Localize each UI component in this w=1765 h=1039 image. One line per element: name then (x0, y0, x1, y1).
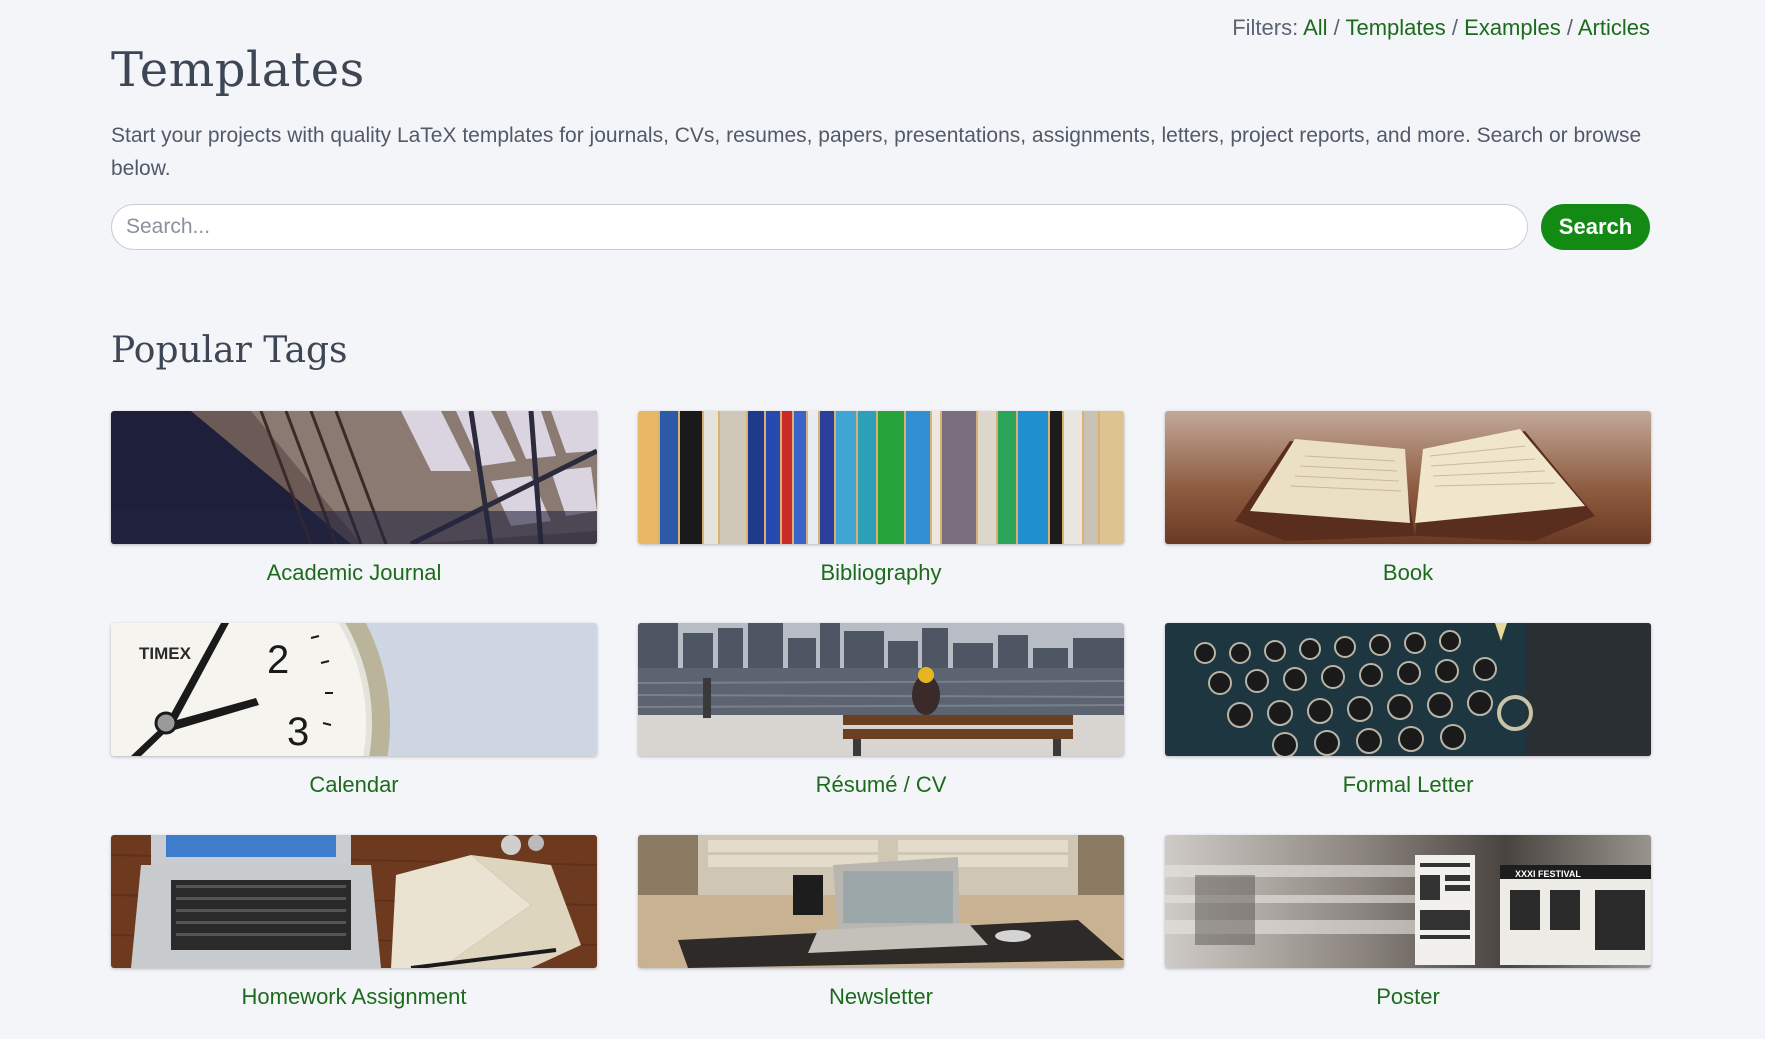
svg-text:2: 2 (267, 638, 289, 682)
filter-separator: / (1451, 15, 1465, 40)
tag-card-poster[interactable]: XXXI FESTIVAL Poster (1165, 835, 1651, 1025)
tag-label: Book (1382, 560, 1434, 585)
tag-card-resume-cv[interactable]: Résumé / CV (638, 623, 1124, 813)
typewriter-image (1165, 623, 1651, 756)
desk-laptop-image (638, 835, 1124, 968)
filters-bar: Filters: All / Templates / Examples / Ar… (1232, 15, 1650, 41)
svg-text:3: 3 (287, 710, 309, 754)
search-form: Search (111, 204, 1650, 250)
laptop-notebook-image (111, 835, 597, 968)
tag-label: Newsletter (829, 984, 933, 1009)
page-description: Start your projects with quality LaTeX t… (111, 124, 1642, 180)
tag-card-bibliography[interactable]: Bibliography (638, 411, 1124, 601)
svg-text:TIMEX: TIMEX (139, 644, 192, 663)
tag-card-formal-letter[interactable]: Formal Letter (1165, 623, 1651, 813)
open-book-image (1165, 411, 1651, 544)
search-button[interactable]: Search (1541, 204, 1650, 250)
svg-text:XXXI FESTIVAL: XXXI FESTIVAL (1515, 869, 1581, 879)
filters-prefix: Filters: (1232, 15, 1304, 40)
tag-label: Formal Letter (1342, 772, 1474, 797)
library-bookshelves-image (111, 411, 597, 544)
filter-separator: / (1566, 15, 1578, 40)
tag-card-homework-assignment[interactable]: Homework Assignment (111, 835, 597, 1025)
page-title: Templates (111, 42, 365, 98)
search-input[interactable] (111, 204, 1528, 250)
filter-separator: / (1333, 15, 1346, 40)
filter-all-link[interactable]: All (1303, 15, 1327, 40)
tag-card-book[interactable]: Book (1165, 411, 1651, 601)
tag-label: Poster (1376, 984, 1440, 1009)
clock-face-image: TIMEX 2 3 (111, 623, 597, 756)
tag-label: Academic Journal (266, 560, 442, 585)
tag-label: Bibliography (820, 560, 942, 585)
tag-card-academic-journal[interactable]: Academic Journal (111, 411, 597, 601)
filter-articles-link[interactable]: Articles (1578, 15, 1650, 40)
tag-card-calendar[interactable]: TIMEX 2 3 Calendar (111, 623, 597, 813)
city-bench-image (638, 623, 1124, 756)
popular-tags-heading: Popular Tags (111, 330, 348, 371)
filter-examples-link[interactable]: Examples (1464, 15, 1561, 40)
book-spines-image (638, 411, 1124, 544)
tag-label: Calendar (309, 772, 399, 797)
tag-card-newsletter[interactable]: Newsletter (638, 835, 1124, 1025)
tag-label: Résumé / CV (815, 772, 947, 797)
filter-templates-link[interactable]: Templates (1346, 15, 1446, 40)
blurred-posters-image: XXXI FESTIVAL (1165, 835, 1651, 968)
tag-label: Homework Assignment (241, 984, 467, 1009)
templates-page: Filters: All / Templates / Examples / Ar… (0, 0, 1765, 1039)
